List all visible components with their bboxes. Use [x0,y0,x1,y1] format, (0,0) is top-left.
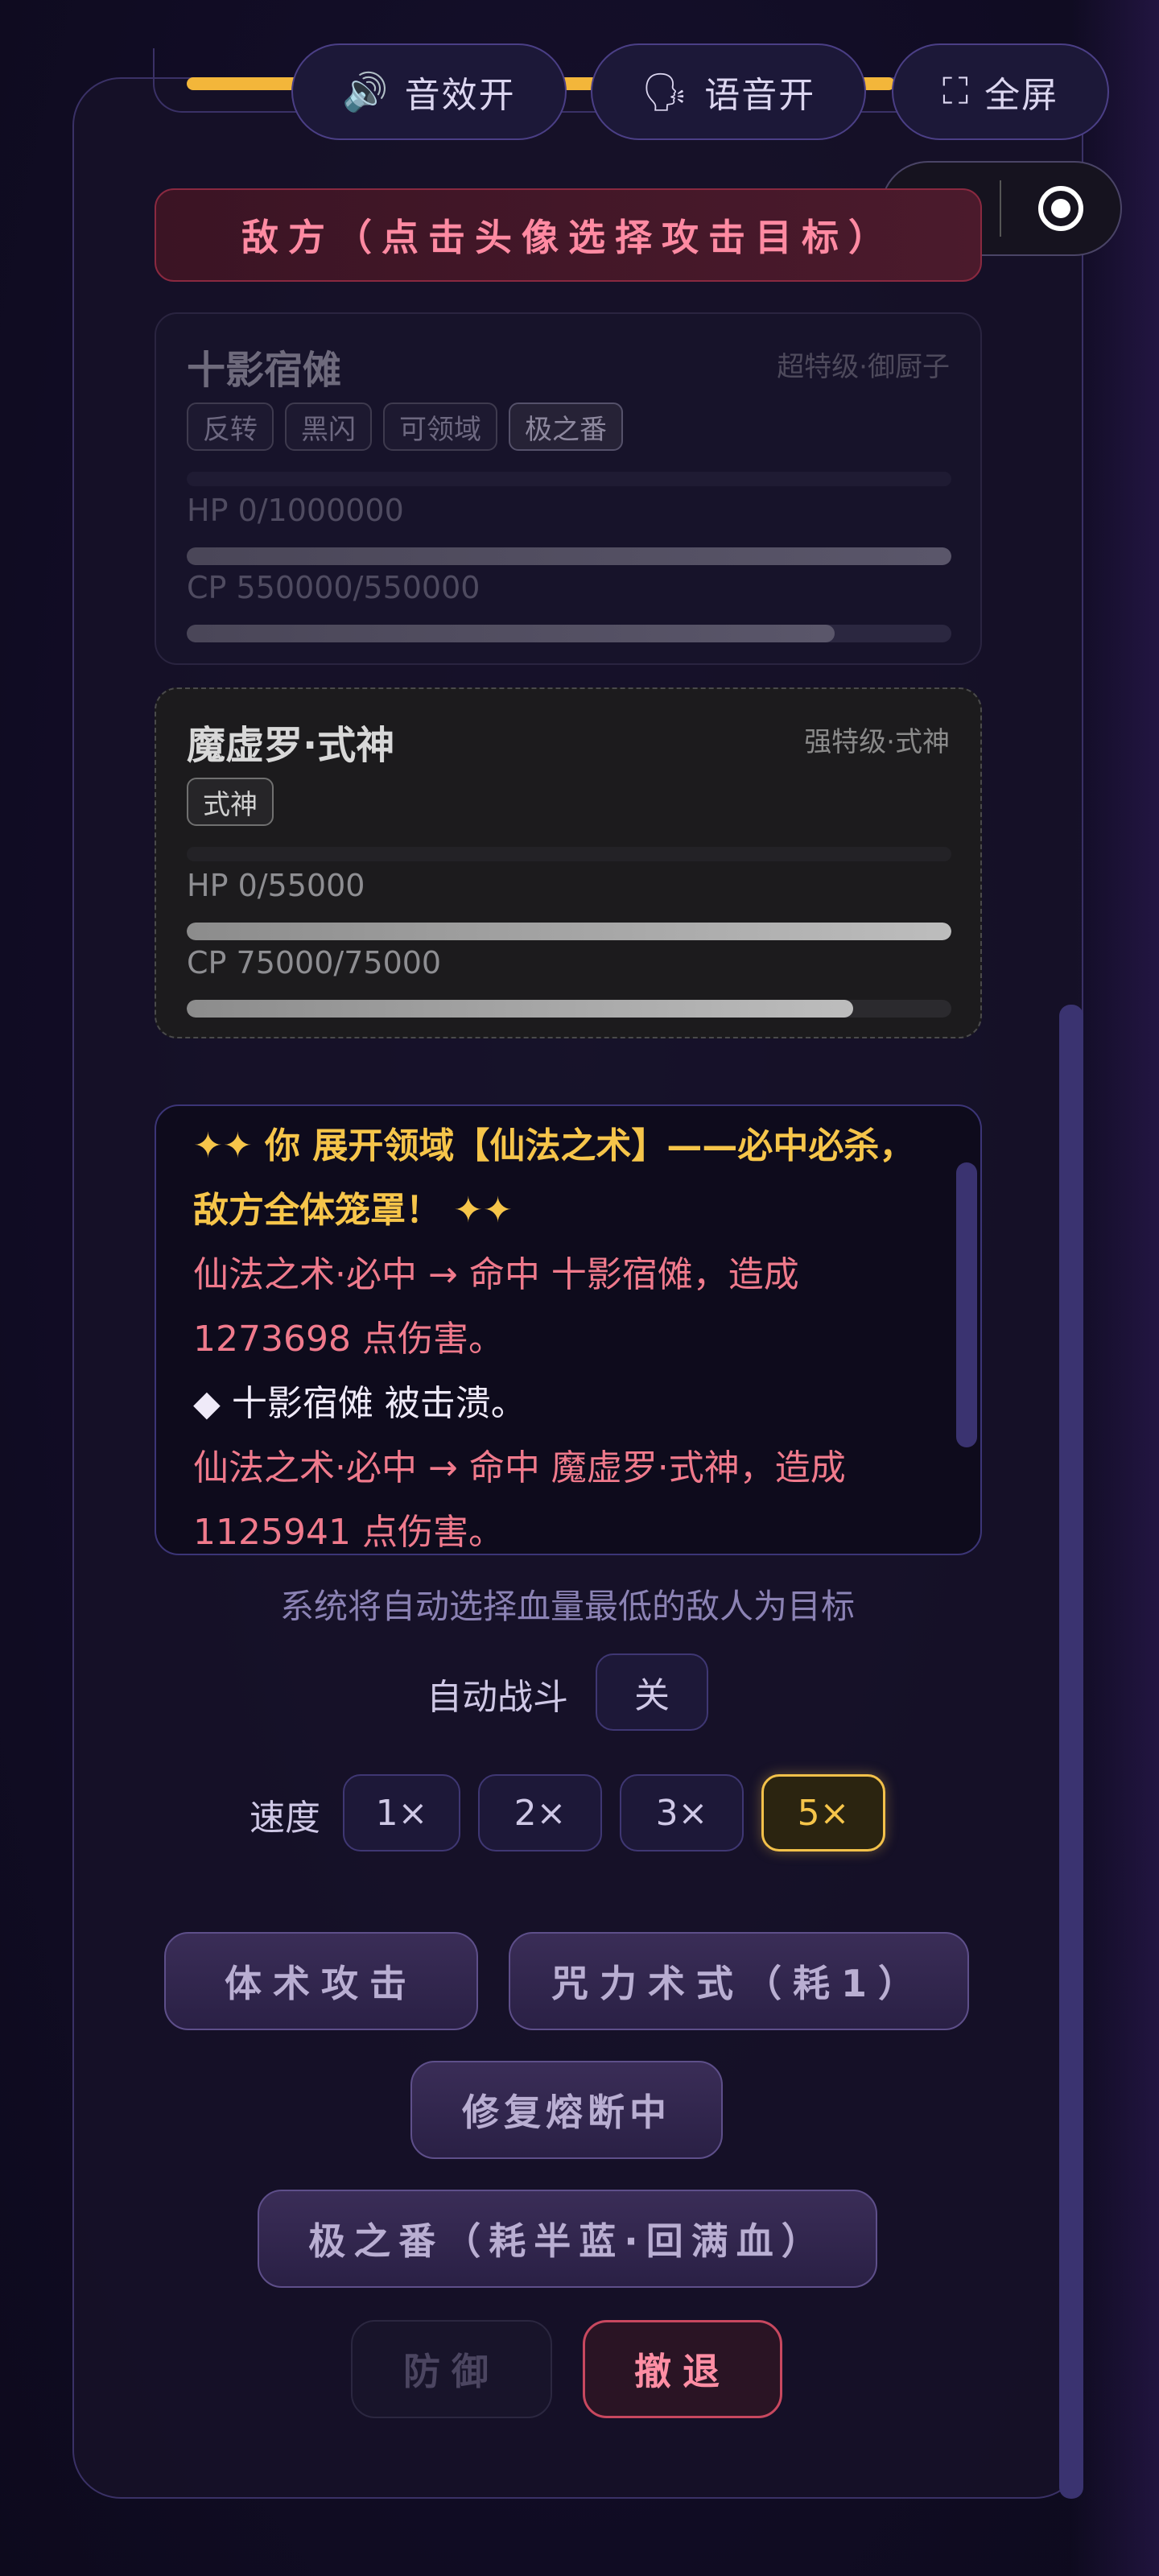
battle-log[interactable]: ✦✦ 你 展开领域【仙法之术】——必中必杀，敌方全体笼罩！ ✦✦ 仙法之术·必中… [155,1104,982,1555]
battle-log-content: ✦✦ 你 展开领域【仙法之术】——必中必杀，敌方全体笼罩！ ✦✦ 仙法之术·必中… [193,1114,934,1554]
enemy-avatar-strip [187,472,951,486]
log-line: 仙法之术·必中 → 命中 魔虚罗·式神，造成 1125941 点伤害。 [193,1447,846,1553]
enemy-tag: 反转 [187,402,274,451]
enemy-hp-text: HP 0/1000000 [187,493,404,528]
voice-toggle-label: 语音开 [704,75,816,116]
melee-attack-button[interactable]: 体术攻击 [164,1932,478,2030]
enemy-cp-text: CP 550000/550000 [187,570,481,605]
enemy-tag: 极之番 [509,402,623,451]
log-scrollbar[interactable] [956,1162,977,1447]
curse-technique-button[interactable]: 咒力术式（耗1） [509,1932,969,2030]
ultimate-button[interactable]: 极之番（耗半蓝·回满血） [258,2190,877,2288]
enemy-name: 魔虚罗·式神 [187,723,395,768]
log-line: ◆ 十影宿傩 被击溃。 [193,1383,526,1424]
enemy-tag: 式神 [187,778,274,826]
record-ring-icon [1038,186,1083,231]
enemy-cp-bar [187,625,951,642]
enemy-hp-text: HP 0/55000 [187,868,365,903]
enemy-cp-bar [187,1000,951,1018]
defend-button[interactable]: 防御 [351,2320,552,2418]
speed-5x-button[interactable]: 5× [761,1774,885,1852]
enemy-name: 十影宿傩 [187,348,342,393]
enemy-cp-text: CP 75000/75000 [187,945,442,980]
fullscreen-button[interactable]: ⛶ 全屏 [892,43,1109,140]
close-miniprogram-button[interactable] [1001,186,1120,231]
enemy-tag: 黑闪 [285,402,372,451]
log-line: ✦✦ 你 展开领域【仙法之术】——必中必杀，敌方全体笼罩！ ✦✦ [193,1125,915,1231]
sound-toggle-label: 音效开 [404,75,516,116]
enemy-card[interactable]: 魔虚罗·式神 强特级·式神 式神 HP 0/55000 CP 75000/750… [155,687,982,1038]
page-scrollbar[interactable] [1059,1005,1083,2499]
enemy-tags: 式神 [187,778,274,826]
speed-1x-button[interactable]: 1× [343,1774,460,1852]
fullscreen-icon: ⛶ [942,69,971,113]
enemy-cp-fill [187,625,835,642]
speaking-head-icon: 🗣 [641,69,691,114]
right-glow [1070,0,1159,2576]
auto-target-hint: 系统将自动选择血量最低的敌人为目标 [279,1587,855,1626]
enemy-avatar-strip [187,847,951,861]
sound-toggle-button[interactable]: 🔊 音效开 [291,43,567,140]
log-line: 仙法之术·必中 → 命中 十影宿傩，造成 1273698 点伤害。 [193,1254,799,1360]
enemy-tags: 反转 黑闪 可领域 极之番 [187,402,623,451]
fullscreen-label: 全屏 [984,75,1059,116]
speed-3x-button[interactable]: 3× [620,1774,744,1852]
repair-button[interactable]: 修复熔断中 [410,2061,723,2159]
speed-2x-button[interactable]: 2× [478,1774,602,1852]
enemy-class: 超特级·御厨子 [777,351,950,383]
enemy-section-header: 敌方（点击头像选择攻击目标） [155,188,982,282]
enemy-hp-fill [187,923,951,940]
enemy-cp-fill [187,1000,854,1018]
enemy-hp-fill [187,547,951,565]
voice-toggle-button[interactable]: 🗣 语音开 [591,43,866,140]
auto-battle-toggle[interactable]: 关 [596,1653,708,1731]
enemy-hp-bar [187,547,951,565]
speaker-icon: 🔊 [342,69,390,114]
enemy-hp-bar [187,923,951,940]
enemy-class: 强特级·式神 [804,726,950,758]
retreat-button[interactable]: 撤退 [583,2320,782,2418]
enemy-card[interactable]: 十影宿傩 超特级·御厨子 反转 黑闪 可领域 极之番 HP 0/1000000 … [155,312,982,665]
enemy-tag: 可领域 [383,402,497,451]
speed-label: 速度 [250,1798,320,1839]
auto-battle-label: 自动战斗 [427,1677,568,1718]
